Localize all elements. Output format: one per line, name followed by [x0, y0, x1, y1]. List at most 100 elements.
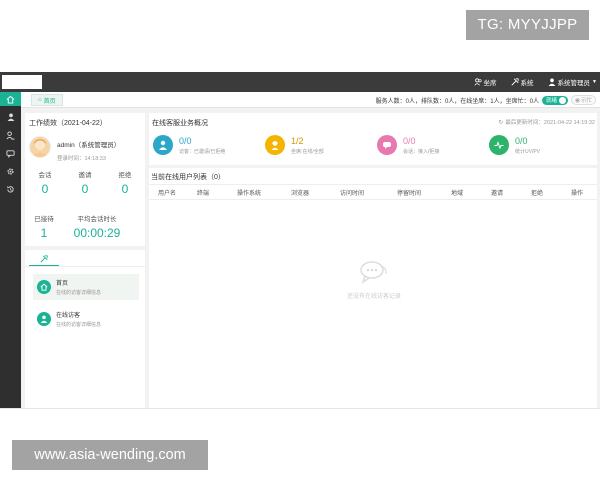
work-performance-title: 工作绩效（2021-04-22）	[29, 120, 107, 127]
top-menu-agents[interactable]: 坐席	[474, 77, 497, 87]
tab-home[interactable]: ⌂ 首页	[31, 94, 63, 106]
user-icon	[548, 78, 555, 86]
stat-label: 会话	[38, 172, 52, 179]
column-header: 操作	[570, 191, 583, 197]
chat-bubble-icon	[360, 261, 387, 284]
column-header: 拒绝	[530, 191, 543, 197]
person-icon	[153, 135, 173, 155]
ready-toggle[interactable]: 就绪	[541, 95, 568, 105]
top-menu-user-label: 系统管理员	[557, 80, 591, 87]
nav-chat[interactable]	[0, 146, 21, 160]
chevron-down-icon: ▼	[592, 79, 597, 85]
users-icon	[474, 78, 482, 86]
top-menu-agents-label: 坐席	[483, 80, 497, 87]
login-time: 登录时间：14:18:33	[57, 156, 106, 162]
divider	[149, 184, 597, 185]
user-icon	[7, 113, 14, 121]
nav-home[interactable]	[0, 92, 21, 106]
history-icon	[7, 185, 14, 192]
tab-bar: ⌂ 首页 服务人数：0人，排队数：0人，在线坐席：1人，坐席忙：0人 就绪 ◉ …	[21, 92, 600, 108]
quick-item-online-visitors[interactable]: 在线访客 在线的访客详细信息	[33, 306, 139, 332]
quick-item-home[interactable]: 首页 在线的访客详细信息	[33, 274, 139, 300]
nav-agents[interactable]	[0, 128, 21, 142]
pulse-icon	[489, 135, 509, 155]
stat-sessions: 会话 0	[25, 169, 65, 196]
top-bar: 坐席 系统 系统管理员 ▼	[0, 72, 600, 92]
stat-value: 0	[121, 182, 129, 196]
metric-value: 0/0	[403, 135, 416, 146]
metric-label: 会话：接入/拒接	[403, 148, 440, 155]
logo	[2, 75, 42, 89]
busy-button[interactable]: ◉ 示忙	[570, 95, 596, 105]
refresh-icon[interactable]: ↻	[498, 119, 503, 126]
stat-invites: 邀请 0	[65, 169, 105, 196]
metric-uv-pv: 0/0 统计UV/PV	[485, 135, 597, 155]
stat-label: 拒绝	[118, 172, 132, 179]
nav-user[interactable]	[0, 110, 21, 124]
stat-value: 1	[40, 226, 48, 240]
busy-button-label: 示忙	[580, 98, 592, 104]
tab-home-label: 首页	[43, 98, 56, 105]
column-header: 浏览器	[290, 191, 309, 197]
stat-value: 0	[81, 182, 89, 196]
last-update-text: 最后更新时间：2021-04-22 14:19:32	[505, 120, 595, 126]
top-menu-system[interactable]: 系统	[511, 77, 534, 87]
metric-label: 统计UV/PV	[515, 148, 541, 155]
stat-label: 平均会话时长	[77, 216, 117, 223]
busy-icon: ◉	[574, 97, 580, 104]
chat-icon	[6, 149, 15, 158]
quick-nav-tab[interactable]	[29, 252, 59, 266]
top-menu: 坐席 系统 系统管理员 ▼	[474, 72, 597, 92]
ready-toggle-label: 就绪	[545, 98, 557, 104]
service-info: 服务人数：0人，排队数：0人，在线坐席：1人，坐席忙：0人 就绪	[376, 92, 568, 108]
left-nav	[0, 92, 21, 408]
stat-label: 邀请	[78, 172, 92, 179]
metric-sessions: 0/0 会话：接入/拒接	[373, 135, 485, 155]
top-menu-system-label: 系统	[520, 80, 534, 87]
stat-avg-duration: 平均会话时长 00:00:29	[67, 213, 127, 240]
divider	[25, 266, 145, 267]
overview-title: 在线客服业务概况	[152, 120, 208, 127]
watermark-top: TG: MYYJJPP	[466, 10, 589, 40]
stat-rejects: 拒绝 0	[105, 169, 145, 196]
tools-icon	[40, 254, 48, 263]
chat-bubble-icon	[377, 135, 397, 155]
avatar	[29, 136, 51, 158]
top-menu-user[interactable]: 系统管理员 ▼	[548, 77, 597, 87]
table-header: 用户名 终端 操作系统 浏览器 访问时间 停留时间 地域 邀请 拒绝 操作	[149, 186, 597, 200]
users-icon	[6, 130, 15, 140]
admin-info: admin（系统管理员） 登录时间：14:18:33	[29, 136, 120, 162]
metric-value: 1/2	[291, 135, 304, 146]
metric-visitors: 0/0 访客：已邀请/已拒绝	[149, 135, 261, 155]
quick-item-subtitle: 在线的访客详细信息	[56, 290, 102, 296]
metric-label: 坐席:在线/全部	[291, 148, 324, 155]
main-content: ⌂ 首页 服务人数：0人，排队数：0人，在线坐席：1人，坐席忙：0人 就绪 ◉ …	[21, 92, 600, 408]
empty-state: 还没有在线访客记录	[324, 260, 424, 300]
metrics-row: 0/0 访客：已邀请/已拒绝 1/2 坐席:在线/全部 0/0 会话：接入/拒接…	[149, 135, 597, 155]
online-users-title: 当前在线用户列表（0）	[151, 174, 225, 181]
admin-name: admin（系统管理员）	[57, 142, 121, 149]
stat-grid-2: 已接待 1 平均会话时长 00:00:29	[25, 213, 145, 240]
online-users-panel: 当前在线用户列表（0） 用户名 终端 操作系统 浏览器 访问时间 停留时间 地域…	[149, 168, 597, 408]
stat-received: 已接待 1	[27, 213, 61, 240]
empty-state-text: 还没有在线访客记录	[346, 294, 401, 300]
column-header: 停留时间	[396, 191, 421, 197]
home-icon	[37, 280, 51, 294]
gear-icon	[7, 167, 14, 175]
quick-item-subtitle: 在线的访客详细信息	[56, 322, 102, 328]
column-header: 终端	[196, 191, 209, 197]
quick-nav-panel: 首页 在线的访客详细信息 在线访客 在线的访客详细信息	[25, 250, 145, 408]
quick-item-title: 在线访客	[56, 313, 81, 319]
column-header: 访问时间	[339, 191, 364, 197]
metric-value: 0/0	[515, 135, 528, 146]
column-header: 地域	[450, 191, 463, 197]
avatar-face-icon	[32, 139, 48, 157]
tools-icon	[511, 78, 519, 86]
overview-panel: 在线客服业务概况 ↻ 最后更新时间：2021-04-22 14:19:32 0/…	[149, 113, 597, 165]
home-icon: ⌂	[38, 97, 42, 103]
app-window: 坐席 系统 系统管理员 ▼ ⌂ 首页 服务人数：0人，排队数：0人，在线坐席：1…	[0, 72, 600, 408]
nav-settings[interactable]	[0, 164, 21, 178]
column-header: 操作系统	[236, 191, 261, 197]
nav-history[interactable]	[0, 182, 21, 196]
metric-value: 0/0	[179, 135, 192, 146]
